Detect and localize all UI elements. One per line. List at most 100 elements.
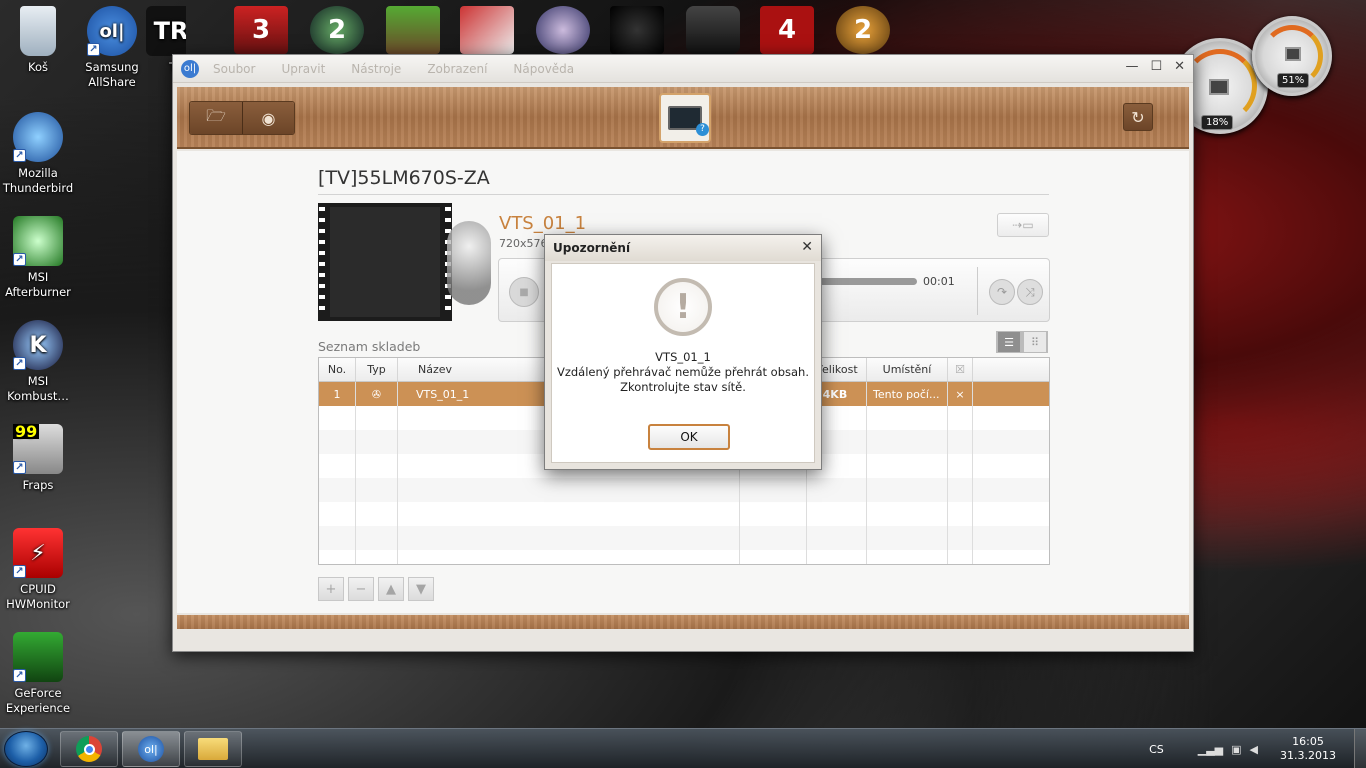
maximize-button[interactable]: ☐ [1150,59,1162,74]
taskbar-chrome[interactable] [60,731,118,767]
repeat-button[interactable]: ↷ [989,279,1015,305]
column-header-type[interactable]: Typ [356,358,398,381]
afterburner-icon: ↗ [13,216,63,266]
stop-icon: ■ [519,286,529,298]
app-logo-icon: ol| [181,59,199,78]
menu-file[interactable]: Soubor [213,62,255,76]
view-toggle: ☰ ⠿ [996,331,1048,353]
allshare-icon: ol| [138,736,164,762]
minecraft-icon[interactable] [386,6,440,54]
film-reel-icon [447,221,491,305]
empty-row [319,502,1049,526]
start-button[interactable] [4,731,48,767]
repeat-icon: ↷ [996,285,1008,299]
taskbar: ol| CS ▁▃▅ ▣ ◀ 16:05 31.3.2013 [0,728,1366,768]
desktop-icon-label: MSI Kombust… [7,374,69,403]
desktop-icon-thunderbird[interactable]: ↗ Mozilla Thunderbird [0,112,78,196]
remove-item-button[interactable]: − [348,577,374,601]
game-icon-two-green[interactable]: 2 [310,6,364,54]
cpu-meter-gadget[interactable]: 51% [1252,16,1332,96]
game-icon-four[interactable]: 4 [760,6,814,54]
steam-icon[interactable] [686,6,740,54]
panel-divider [977,267,978,315]
empty-row [319,526,1049,550]
thunderbird-icon: ↗ [13,112,63,162]
close-button[interactable]: ✕ [1174,59,1185,74]
remove-row-button[interactable]: × [948,382,973,406]
show-desktop-button[interactable] [1354,729,1366,768]
shortcut-arrow-icon: ↗ [13,669,26,682]
game-icon-dark[interactable] [610,6,664,54]
ok-button[interactable]: OK [648,424,730,450]
chrome-icon [76,736,102,762]
film-reel-icon: ✇ [371,387,382,401]
clock-time: 16:05 [1292,735,1324,748]
stop-button[interactable]: ■ [509,277,539,307]
desktop-icon-geforce[interactable]: ↗ GeForce Experience [0,632,78,716]
playlist-label: Seznam skladeb [318,339,421,354]
send-to-tv-icon: ⇢▭ [1012,218,1034,232]
media-thumbnail [318,203,452,321]
column-lines [972,382,973,564]
column-header-location[interactable]: Umístění [867,358,948,381]
knight-game-icon[interactable] [536,6,590,54]
warning-dialog: Upozornění ✕ ! VTS_01_1 Vzdálený přehráv… [544,234,822,470]
device-icon[interactable]: ▣ [1231,743,1241,756]
taskbar-allshare[interactable]: ol| [122,731,180,767]
play-mode-button[interactable]: ◉ [242,102,294,134]
desktop-icon-label: Samsung AllShare [85,60,139,89]
menu-help[interactable]: Nápověda [513,62,574,76]
minimize-button[interactable]: — [1125,59,1138,74]
desktop-icon-label: Koš [28,60,48,74]
media-title: VTS_01_1 [499,213,587,234]
desktop-icon-samsung-allshare[interactable]: ol| ↗ Samsung AllShare [72,6,152,90]
list-view-button[interactable]: ☰ [996,331,1022,353]
language-indicator[interactable]: CS [1149,743,1164,756]
refresh-button[interactable]: ↻ [1123,103,1153,131]
empty-row [319,478,1049,502]
menu-edit[interactable]: Upravit [281,62,325,76]
send-to-device-button[interactable]: ⇢▭ [997,213,1049,237]
desktop-icon-label: CPUID HWMonitor [6,582,70,611]
gpu-chip-icon [1209,79,1229,95]
clock[interactable]: 16:05 31.3.2013 [1280,735,1336,763]
grid-view-button[interactable]: ⠿ [1022,331,1048,353]
title-bar: ol| Soubor Upravit Nástroje Zobrazení Ná… [173,55,1193,83]
media-resolution: 720x576 [499,237,548,250]
game-icon-two-orange[interactable]: 2 [836,6,890,54]
cell-type: ✇ [356,382,398,406]
menu-tools[interactable]: Nástroje [351,62,401,76]
allshare-icon: ol| ↗ [87,6,137,56]
desktop-icon-recycle-bin[interactable]: Koš [0,6,78,75]
taskbar-explorer[interactable] [184,731,242,767]
column-lines [397,382,398,564]
play-circle-icon: ◉ [261,108,276,128]
shuffle-button[interactable]: ⤨ [1017,279,1043,305]
dialog-close-button[interactable]: ✕ [801,239,813,255]
network-icon[interactable]: ▁▃▅ [1198,743,1223,756]
system-tray: CS ▁▃▅ ▣ ◀ 16:05 31.3.2013 [1149,729,1366,768]
dialog-message: VTS_01_1 Vzdálený přehrávač nemůže přehr… [552,350,814,395]
desktop-icon-label: Mozilla Thunderbird [2,166,74,195]
racing-game-icon[interactable] [460,6,514,54]
device-select-button[interactable] [659,93,711,143]
shortcut-arrow-icon: ↗ [13,149,26,162]
shuffle-icon: ⤨ [1025,284,1035,299]
column-header-no[interactable]: No. [319,358,356,381]
desktop-icon-fraps[interactable]: 99 ↗ Fraps [0,424,78,493]
desktop-icon-afterburner[interactable]: ↗ MSI Afterburner [0,216,78,300]
move-up-button[interactable]: ▲ [378,577,404,601]
move-down-button[interactable]: ▼ [408,577,434,601]
open-folder-button[interactable]: 🗁 [190,102,242,134]
game-icon-three[interactable]: 3 [234,6,288,54]
volume-icon[interactable]: ◀ [1250,743,1258,756]
clock-date: 31.3.2013 [1280,749,1336,762]
desktop-icon-hwmonitor[interactable]: ⚡ ↗ CPUID HWMonitor [0,528,78,612]
desktop-icon-kombustor[interactable]: K ↗ MSI Kombust… [0,320,78,404]
remove-all-button[interactable]: ☒ [948,358,973,381]
device-name: [TV]55LM670S-ZA [318,167,490,189]
add-item-button[interactable]: + [318,577,344,601]
exclamation-icon: ! [654,278,712,336]
menu-view[interactable]: Zobrazení [427,62,487,76]
progress-bar[interactable] [819,278,917,285]
